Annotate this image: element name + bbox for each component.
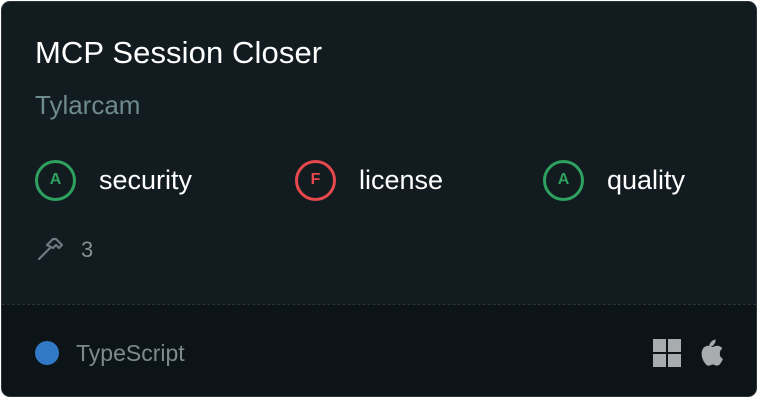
server-author[interactable]: Tylarcam	[35, 90, 140, 121]
tools-count-row: 3	[35, 234, 93, 266]
grade-letter: F	[310, 171, 321, 188]
language-info: TypeScript	[35, 339, 185, 367]
server-title[interactable]: MCP Session Closer	[35, 35, 322, 71]
grade-letter: A	[557, 171, 570, 188]
card-footer: TypeScript	[2, 304, 756, 396]
grade-label-license: license	[359, 164, 444, 195]
grade-row: A security F license A quality	[2, 157, 756, 203]
grade-quality: A quality	[543, 157, 685, 203]
hammer-icon	[35, 233, 65, 268]
server-card[interactable]: MCP Session Closer Tylarcam A security F…	[1, 1, 757, 397]
grade-label-security: security	[99, 164, 193, 195]
tools-count: 3	[81, 237, 94, 262]
apple-icon	[698, 338, 724, 373]
grade-license: F license	[295, 157, 443, 203]
windows-icon	[652, 338, 682, 373]
grade-security: A security	[35, 157, 192, 203]
platform-icons	[652, 338, 724, 373]
grade-badge-security: A	[35, 159, 76, 201]
grade-badge-license: F	[295, 159, 336, 201]
grade-letter: A	[49, 171, 62, 188]
language-color-dot	[35, 341, 59, 365]
language-label: TypeScript	[76, 339, 185, 366]
grade-badge-quality: A	[543, 159, 584, 201]
grade-label-quality: quality	[607, 164, 686, 195]
